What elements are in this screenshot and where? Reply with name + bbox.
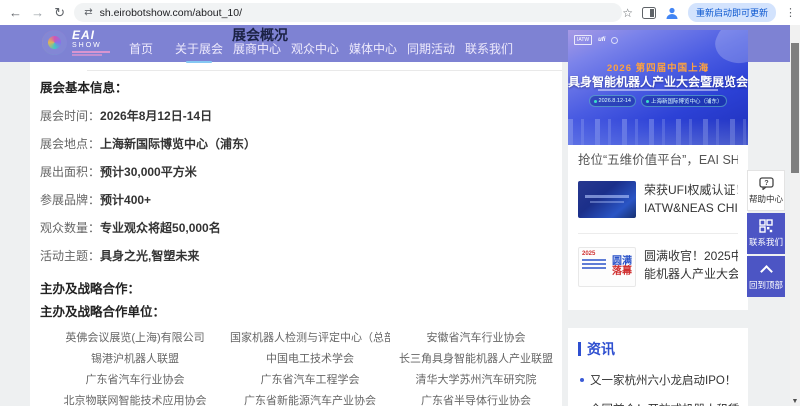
banner-title: 具身智能机器人产业大会暨展览会 [568, 73, 748, 90]
partner-org-table: 英佛会议展览(上海)有限公司 国家机器人检测与评定中心（总部） 安徽省汽车行业协… [40, 328, 562, 406]
back-icon[interactable]: ← [9, 5, 22, 20]
news-item-2025-closing[interactable]: 2025 圆满 落幕 圆满收官！2025中国具身智 能机器人产业大会暨展览... [578, 247, 738, 287]
eai-show-logo[interactable]: EAI SHOW [42, 29, 110, 56]
info-line-area: 展出面积：预计30,000平方米 [40, 166, 562, 179]
profile-avatar-icon[interactable] [665, 6, 679, 20]
scrollbar-thumb[interactable] [791, 43, 799, 173]
scrollbar-down-arrow[interactable]: ▼ [790, 398, 800, 405]
org-cell: 安徽省汽车行业协会 [390, 328, 562, 349]
partners-section-subtitle: 主办及战略合作单位： [40, 306, 562, 319]
nav-item-visitor-center[interactable]: 观众中心 [291, 40, 339, 63]
reload-icon[interactable]: ↻ [53, 5, 66, 21]
sidebar-news-card: IATW ufi 2026 第四届中国上海 具身智能机器人产业大会暨展览会 20… [568, 30, 748, 310]
org-cell: 北京物联网智能技术应用协会 [40, 391, 230, 406]
bookmark-star-icon[interactable]: ☆ [622, 6, 633, 20]
zixun-item-ipo[interactable]: 又一家杭州六小龙启动IPO！ [580, 372, 740, 388]
bullet-dot [580, 378, 584, 382]
news-title-line: 荣获UFI权威认证！ [644, 181, 738, 199]
active-nav-underline [186, 61, 212, 63]
main-nav: 首页 关于展会 展商中心 观众中心 媒体中心 同期活动 联系我们 [117, 40, 513, 63]
svg-text:?: ? [764, 180, 768, 187]
divider [578, 233, 738, 234]
event-banner-image[interactable]: IATW ufi 2026 第四届中国上海 具身智能机器人产业大会暨展览会 20… [568, 30, 748, 145]
logo-subtext-bar2 [72, 54, 102, 56]
news-title-line: 能机器人产业大会暨展览... [644, 265, 738, 283]
side-panel-icon[interactable] [642, 7, 656, 19]
main-content: 展会基本信息： 展会时间：2026年8月12日-14日 展会地点：上海新国际博览… [30, 62, 562, 406]
page-scrollbar[interactable]: ▼ [790, 25, 800, 406]
url-text[interactable]: sh.eirobotshow.com/about_10/ [100, 7, 242, 19]
help-center-button[interactable]: ? 帮助中心 [747, 170, 785, 211]
news-thumbnail [578, 181, 636, 218]
partners-section-title: 主办及战略合作： [40, 283, 562, 296]
zixun-item-rental[interactable]: 全国首个！开放式机器人租赁平台“擎天租... [580, 401, 740, 406]
info-line-visitors: 观众数量：专业观众将超50,000名 [40, 222, 562, 235]
org-cell: 广东省半导体行业协会 [390, 391, 562, 406]
org-cell: 长三角具身智能机器人产业联盟 [390, 349, 562, 370]
banner-date-badge: 2026.8.12-14 [589, 95, 636, 107]
chrome-update-button[interactable]: 重新启动即可更新 [688, 3, 776, 22]
banner-article-title[interactable]: 抢位“五维价值平台”，EAI SHOW 2026，... [578, 152, 738, 168]
logo-text-eai: EAI [72, 29, 110, 41]
contact-us-button[interactable]: 联系我们 [747, 213, 785, 254]
org-cell: 国家机器人检测与评定中心（总部） [230, 328, 390, 349]
news-title-line: 圆满收官！2025中国具身智 [644, 247, 738, 265]
news-title-line: IATW&NEAS CHINA跻身... [644, 199, 738, 217]
nav-item-contact-us[interactable]: 联系我们 [465, 40, 513, 63]
ufi-logo: ufi [598, 37, 605, 43]
news-thumbnail: 2025 圆满 落幕 [578, 247, 636, 287]
banner-tagline-bar [598, 89, 718, 91]
banner-venue-badge: 上海新国际博览中心（浦东） [641, 95, 728, 107]
round-logo [611, 37, 618, 44]
info-line-brands: 参展品牌：预计400+ [40, 194, 562, 207]
news-item-ufi[interactable]: 荣获UFI权威认证！ IATW&NEAS CHINA跻身... [578, 181, 738, 218]
banner-subtitle: 2026 第四届中国上海 [568, 60, 748, 74]
browser-toolbar: ← → ↻ ⇄ sh.eirobotshow.com/about_10/ ☆ 重… [0, 0, 800, 25]
thumb-text: 落幕 [612, 267, 632, 277]
info-section-title: 展会基本信息： [40, 82, 562, 95]
nav-item-concurrent-events[interactable]: 同期活动 [407, 40, 455, 63]
chrome-menu-icon[interactable]: ⋮ [785, 6, 796, 19]
org-cell: 锡港沪机器人联盟 [40, 349, 230, 370]
nav-item-home[interactable]: 首页 [117, 40, 165, 63]
thumb-year: 2025 [582, 251, 609, 257]
info-line-date: 展会时间：2026年8月12日-14日 [40, 110, 562, 123]
org-cell: 广东省新能源汽车产业协会 [230, 391, 390, 406]
banner-badges: 2026.8.12-14 上海新国际博览中心（浦东） [568, 95, 748, 107]
zixun-section-title: 资讯 [587, 339, 615, 359]
nav-item-exhibitor-center[interactable]: 展商中心 [233, 40, 281, 63]
floating-toolbar: ? 帮助中心 联系我们 回到顶部 [747, 170, 785, 297]
help-chat-icon: ? [759, 177, 774, 190]
qr-code-icon [759, 219, 773, 233]
zixun-section: 资讯 又一家杭州六小龙启动IPO！ 全国首个！开放式机器人租赁平台“擎天租... [568, 328, 748, 406]
forward-icon[interactable]: → [31, 5, 44, 20]
back-to-top-button[interactable]: 回到顶部 [747, 256, 785, 297]
logo-text-show: SHOW [72, 42, 110, 49]
org-cell: 英佛会议展览(上海)有限公司 [40, 328, 230, 349]
nav-item-media-center[interactable]: 媒体中心 [349, 40, 397, 63]
info-line-venue: 展会地点：上海新国际博览中心（浦东） [40, 138, 562, 151]
info-line-theme: 活动主题：具身之光,智塑未来 [40, 250, 562, 263]
logo-swirl-icon [42, 30, 67, 55]
org-cell: 广东省汽车工程学会 [230, 370, 390, 391]
nav-item-about[interactable]: 关于展会 [175, 40, 223, 63]
section-accent-bar [578, 342, 581, 356]
org-cell: 广东省汽车行业协会 [40, 370, 230, 391]
org-cell: 中国电工技术学会 [230, 349, 390, 370]
banner-logos: IATW ufi [574, 35, 618, 45]
logo-subtext-bar [72, 51, 110, 53]
chevron-up-icon [760, 265, 773, 278]
address-bar[interactable]: ⇄ sh.eirobotshow.com/about_10/ [74, 3, 622, 22]
iatw-logo: IATW [574, 35, 592, 45]
city-skyline-graphic [568, 119, 748, 145]
site-info-icon[interactable]: ⇄ [84, 7, 92, 18]
content-top-divider [87, 70, 562, 71]
org-cell: 清华大学苏州汽车研究院 [390, 370, 562, 391]
